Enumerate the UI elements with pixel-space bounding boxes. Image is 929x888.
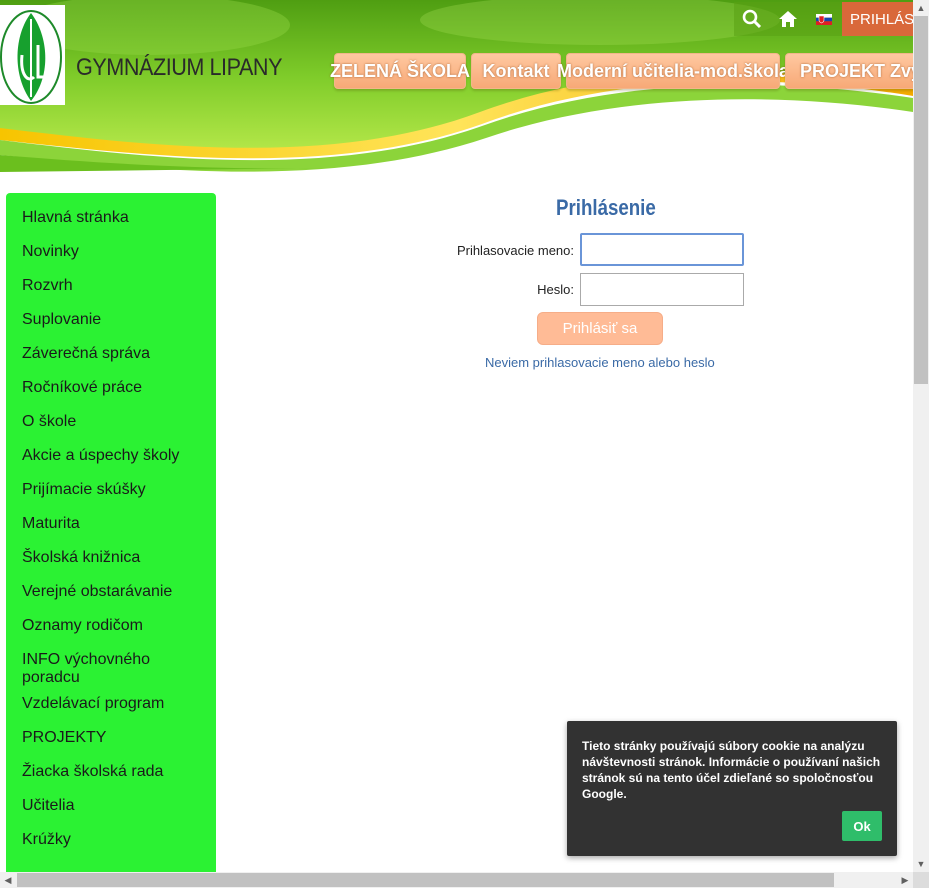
sidebar-item-hlavna-stranka[interactable]: Hlavná stránka (6, 205, 216, 239)
nav-tab-zelena-skola[interactable]: ZELENÁ ŠKOLA (330, 53, 470, 89)
sidebar-item-zaverecna-sprava[interactable]: Záverečná správa (6, 341, 216, 375)
sidebar-item-verejne-obstaravanie[interactable]: Verejné obstarávanie (6, 579, 216, 613)
sidebar-item-rozvrh[interactable]: Rozvrh (6, 273, 216, 307)
cookie-notice: Tieto stránky používajú súbory cookie na… (567, 721, 897, 856)
scroll-left-arrow-icon[interactable]: ◀ (0, 872, 16, 888)
scroll-up-arrow-icon[interactable]: ▲ (913, 0, 929, 16)
scrollbar-corner (913, 872, 929, 888)
sidebar-item-oznamy-rodicom[interactable]: Oznamy rodičom (6, 613, 216, 647)
site-title[interactable]: GYMNÁZIUM LIPANY (76, 54, 282, 82)
search-icon[interactable] (734, 2, 770, 36)
page: GYMNÁZIUM LIPANY PRIHLÁS ZELENÁ ŠKOLA Ko… (0, 0, 913, 872)
sidebar-item-maturita[interactable]: Maturita (6, 511, 216, 545)
password-input[interactable] (580, 273, 744, 306)
top-toolbar: PRIHLÁS (734, 2, 913, 36)
login-top-button[interactable]: PRIHLÁS (842, 2, 913, 36)
username-input[interactable] (580, 233, 744, 266)
sidebar-item-novinky[interactable]: Novinky (6, 239, 216, 273)
username-label: Prihlasovacie meno: (456, 243, 574, 258)
sidebar-item-vzdelavaci-program[interactable]: Vzdelávací program (6, 691, 216, 725)
sidebar-item-kruzky[interactable]: Krúžky (6, 827, 216, 861)
nav-tab-projekt[interactable]: PROJEKT Zvýšeni (785, 53, 913, 89)
sidebar-item-ziacka-skolska-rada[interactable]: Žiacka školská rada (6, 759, 216, 793)
site-header: GYMNÁZIUM LIPANY PRIHLÁS ZELENÁ ŠKOLA Ko… (0, 0, 913, 172)
scroll-down-arrow-icon[interactable]: ▼ (913, 856, 929, 872)
sidebar-item-akcie-a-uspechy[interactable]: Akcie a úspechy školy (6, 443, 216, 477)
forgot-credentials-link[interactable]: Neviem prihlasovacie meno alebo heslo (485, 355, 715, 370)
nav-tab-kontakt[interactable]: Kontakt (471, 53, 561, 89)
sidebar-item-info-vychovneho-poradcu[interactable]: INFO výchovného poradcu (6, 647, 216, 691)
horizontal-scrollbar-thumb[interactable] (17, 873, 834, 887)
school-logo[interactable] (0, 5, 65, 105)
sidebar-item-projekty[interactable]: PROJEKTY (6, 725, 216, 759)
login-title: Prihlásenie (556, 195, 656, 220)
scroll-right-arrow-icon[interactable]: ▶ (897, 872, 913, 888)
sidebar-item-rocnikove-prace[interactable]: Ročníkové práce (6, 375, 216, 409)
sidebar-item-skolska-kniznica[interactable]: Školská knižnica (6, 545, 216, 579)
nav-tab-moderni-ucitelia[interactable]: Moderní učitelia-mod.škola (557, 53, 789, 89)
sidebar-item-prijimacie-skusky[interactable]: Prijímacie skúšky (6, 477, 216, 511)
vertical-scrollbar-thumb[interactable] (914, 16, 928, 384)
sidebar-item-suplovanie[interactable]: Suplovanie (6, 307, 216, 341)
sidebar-menu: Hlavná stránka Novinky Rozvrh Suplovanie… (6, 193, 216, 872)
sidebar-item-ucitelia[interactable]: Učitelia (6, 793, 216, 827)
cookie-ok-button[interactable]: Ok (842, 811, 882, 841)
main-navigation: ZELENÁ ŠKOLA Kontakt Moderní učitelia-mo… (330, 53, 913, 89)
slovak-flag-icon[interactable] (806, 2, 842, 36)
home-icon[interactable] (770, 2, 806, 36)
school-leaf-logo-icon (0, 10, 62, 104)
sidebar-item-o-skole[interactable]: O škole (6, 409, 216, 443)
password-label: Heslo: (537, 282, 574, 297)
login-submit-button[interactable]: Prihlásiť sa (537, 312, 663, 345)
cookie-notice-text: Tieto stránky používajú súbory cookie na… (582, 739, 881, 801)
